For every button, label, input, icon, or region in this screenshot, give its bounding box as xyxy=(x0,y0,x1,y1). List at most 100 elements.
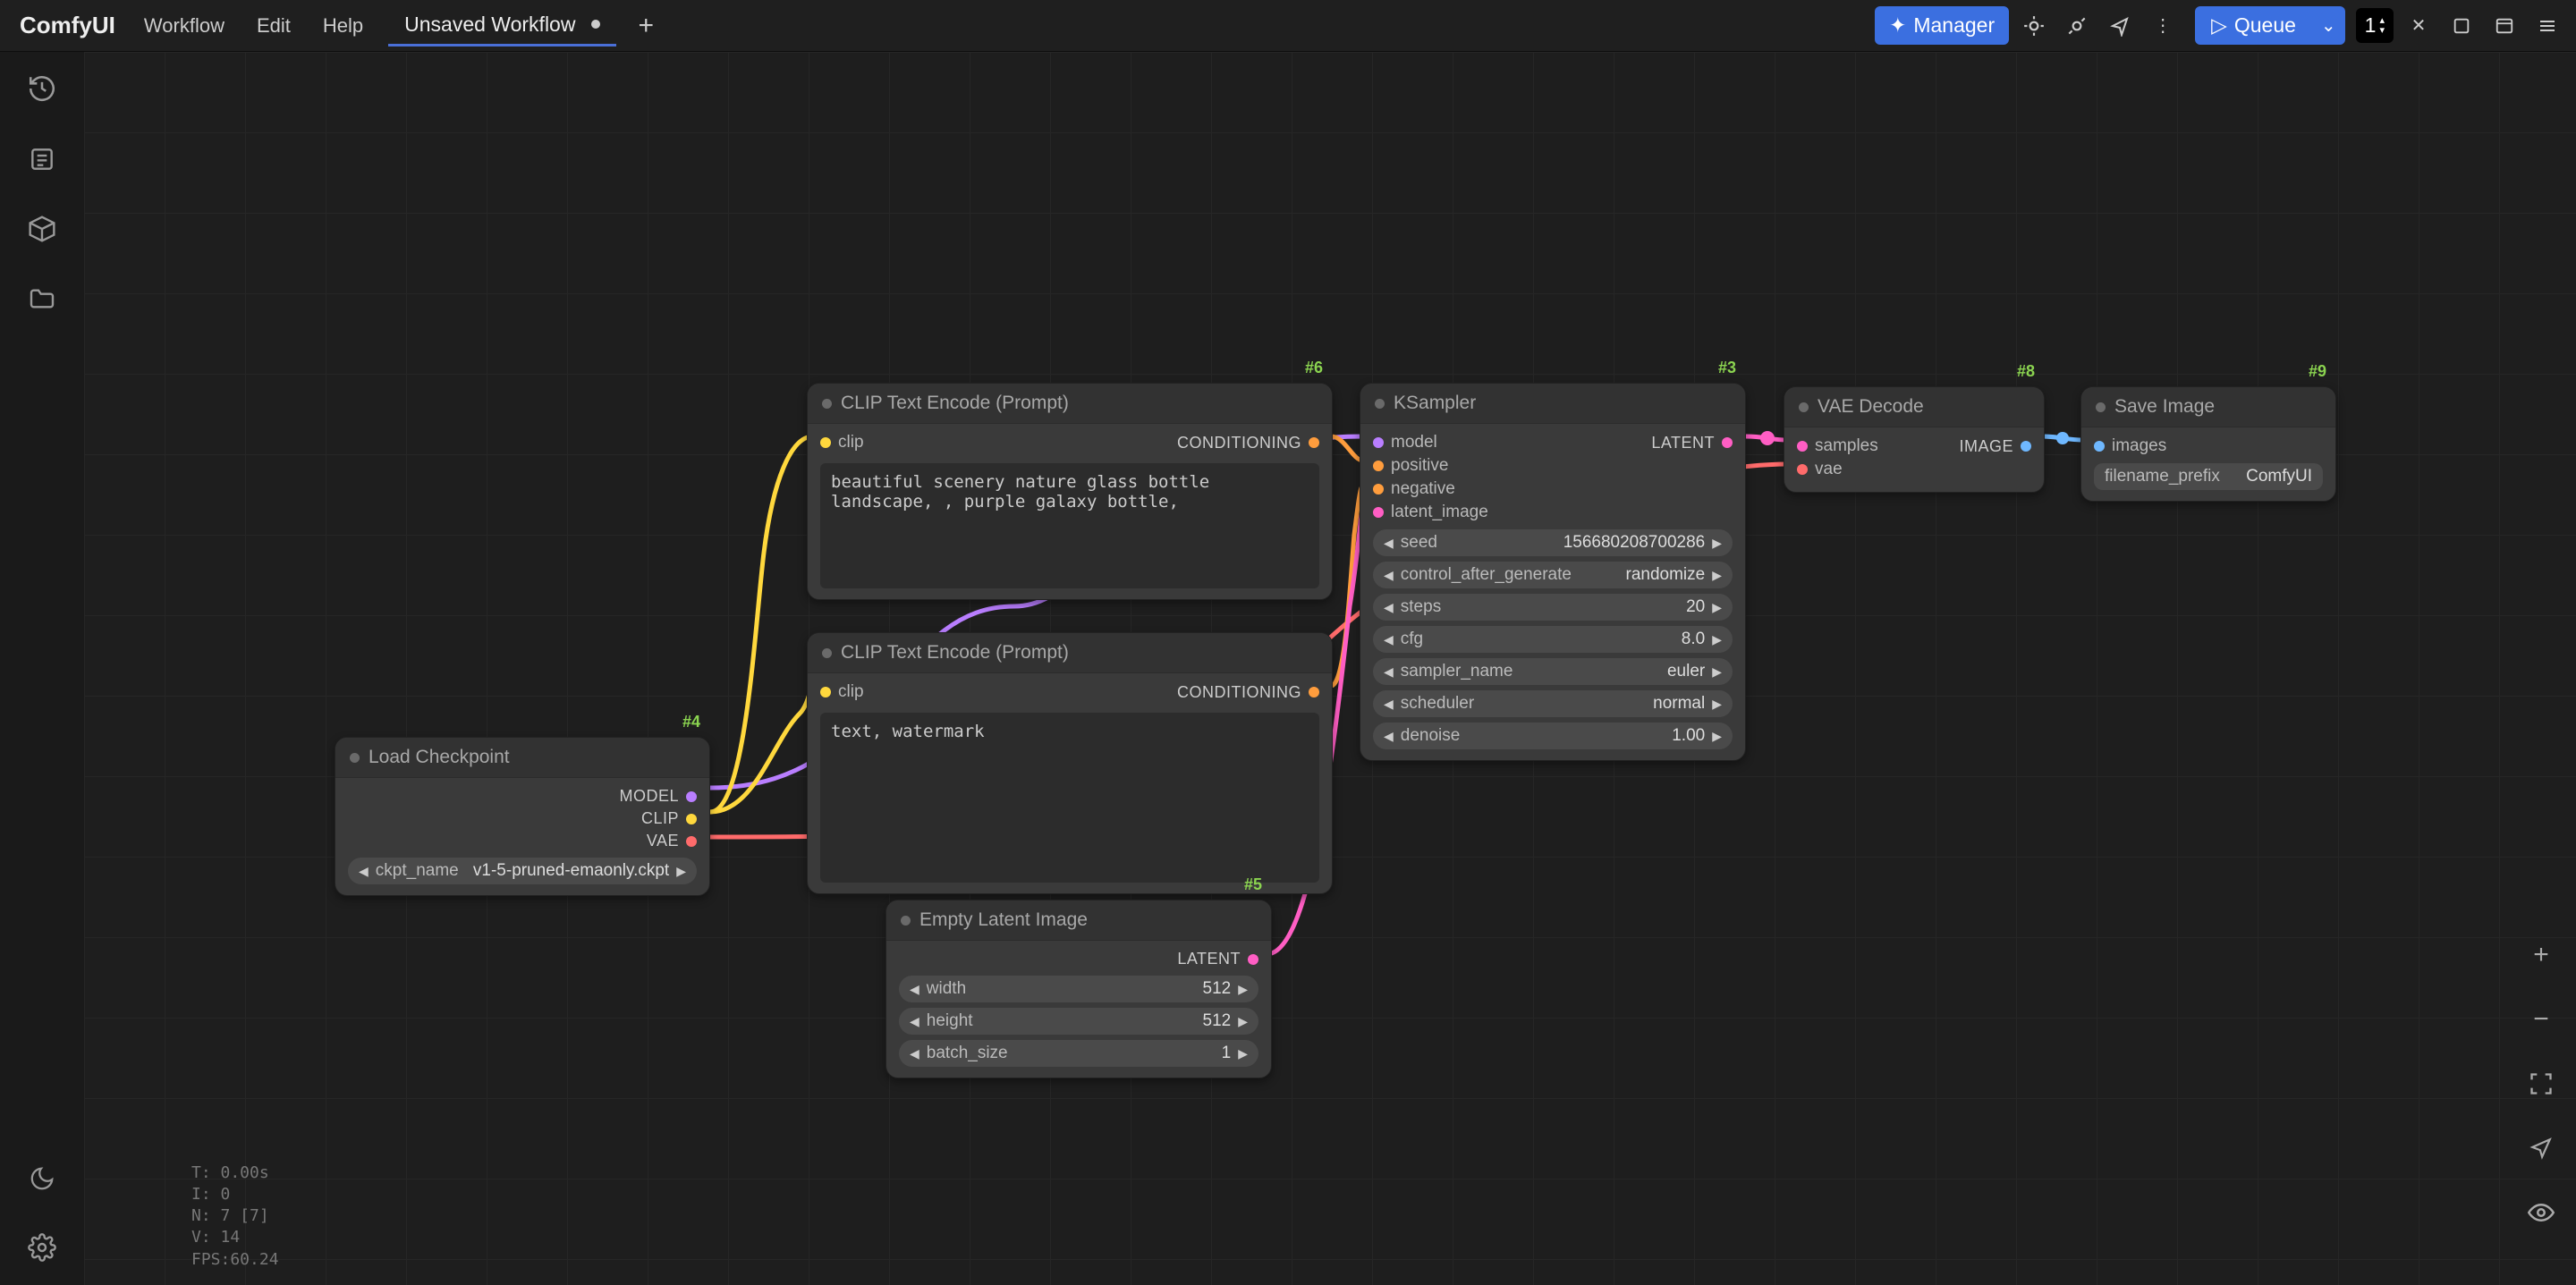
count-stepper[interactable]: ▴▾ xyxy=(2379,16,2385,36)
node-badge: #9 xyxy=(2309,362,2326,381)
widget-steps[interactable]: ◀steps20▶ xyxy=(1373,594,1733,621)
node-clip-positive[interactable]: #6 CLIP Text Encode (Prompt) clip CONDIT… xyxy=(807,383,1333,600)
node-badge: #3 xyxy=(1718,359,1736,377)
output-latent: LATENT xyxy=(1177,950,1241,968)
port-clip-in[interactable] xyxy=(820,687,831,697)
queue-list-icon[interactable] xyxy=(28,145,56,179)
widget-scheduler[interactable]: ◀schedulernormal▶ xyxy=(1373,690,1733,717)
square-icon[interactable] xyxy=(2444,8,2479,44)
port-model[interactable] xyxy=(686,791,697,802)
prompt-textarea[interactable]: beautiful scenery nature glass bottle la… xyxy=(820,463,1319,588)
folder-icon[interactable] xyxy=(28,284,56,318)
port-model-in[interactable] xyxy=(1373,437,1384,448)
output-vae: VAE xyxy=(647,832,679,850)
queue-label: Queue xyxy=(2234,13,2296,38)
add-tab-button[interactable]: + xyxy=(623,11,668,41)
output-clip: CLIP xyxy=(641,809,679,828)
refresh-icon[interactable] xyxy=(2059,8,2095,44)
menu-workflow[interactable]: Workflow xyxy=(131,9,237,43)
queue-group: ▷ Queue ⌄ xyxy=(2195,6,2345,45)
node-ksampler[interactable]: #3 KSampler model LATENT positive negati… xyxy=(1360,383,1746,761)
node-load-checkpoint[interactable]: #4 Load Checkpoint MODEL CLIP VAE ◀ckpt_… xyxy=(335,737,710,896)
more-icon[interactable]: ⋮ xyxy=(2145,8,2181,44)
port-clip[interactable] xyxy=(686,814,697,824)
play-icon: ▷ xyxy=(2211,13,2227,38)
manager-button[interactable]: ✦ Manager xyxy=(1875,6,2009,45)
prompt-textarea[interactable]: text, watermark xyxy=(820,713,1319,883)
history-icon[interactable] xyxy=(27,73,57,109)
node-title[interactable]: CLIP Text Encode (Prompt) xyxy=(808,633,1332,673)
widget-batch-size[interactable]: ◀batch_size1▶ xyxy=(899,1040,1258,1067)
widget-width[interactable]: ◀width512▶ xyxy=(899,976,1258,1002)
node-vae-decode[interactable]: #8 VAE Decode samples IMAGE vae xyxy=(1784,386,2045,493)
moon-icon[interactable] xyxy=(29,1165,55,1197)
widget-filename-prefix[interactable]: filename_prefix ComfyUI xyxy=(2094,463,2323,490)
output-conditioning: CONDITIONING xyxy=(1177,683,1301,702)
node-empty-latent[interactable]: #5 Empty Latent Image LATENT ◀width512▶ … xyxy=(886,900,1272,1078)
node-save-image[interactable]: #9 Save Image images filename_prefix Com… xyxy=(2080,386,2336,502)
node-title[interactable]: Save Image xyxy=(2081,387,2335,427)
port-positive-in[interactable] xyxy=(1373,461,1384,471)
widget-height[interactable]: ◀height512▶ xyxy=(899,1008,1258,1035)
batch-count[interactable]: 1 ▴▾ xyxy=(2356,8,2394,43)
count-value: 1 xyxy=(2365,13,2377,38)
close-icon[interactable]: ✕ xyxy=(2401,8,2436,44)
queue-dropdown[interactable]: ⌄ xyxy=(2312,7,2345,44)
eye-icon[interactable] xyxy=(2522,1194,2560,1231)
queue-button[interactable]: ▷ Queue xyxy=(2195,6,2312,45)
widget-ckpt-name[interactable]: ◀ckpt_name v1-5-pruned-emaonly.ckpt▶ xyxy=(348,858,697,884)
output-image: IMAGE xyxy=(1959,437,2013,456)
output-model: MODEL xyxy=(619,787,679,806)
widget-seed[interactable]: ◀seed156680208700286▶ xyxy=(1373,529,1733,556)
share-icon[interactable] xyxy=(2102,8,2138,44)
zoom-out-button[interactable]: − xyxy=(2522,1001,2560,1038)
node-title[interactable]: CLIP Text Encode (Prompt) xyxy=(808,384,1332,424)
left-sidebar xyxy=(0,52,84,1285)
widget-sampler-name[interactable]: ◀sampler_nameeuler▶ xyxy=(1373,658,1733,685)
node-badge: #6 xyxy=(1305,359,1323,377)
output-conditioning: CONDITIONING xyxy=(1177,434,1301,452)
port-cond-out[interactable] xyxy=(1309,687,1319,697)
node-title[interactable]: Empty Latent Image xyxy=(886,900,1271,941)
node-badge: #5 xyxy=(1244,875,1262,894)
canvas-controls: + − xyxy=(2522,936,2560,1231)
zoom-in-button[interactable]: + xyxy=(2522,936,2560,974)
port-vae-in[interactable] xyxy=(1797,464,1808,475)
port-cond-out[interactable] xyxy=(1309,437,1319,448)
node-title[interactable]: VAE Decode xyxy=(1784,387,2044,427)
menu-edit[interactable]: Edit xyxy=(244,9,303,43)
port-latent-image-in[interactable] xyxy=(1373,507,1384,518)
port-vae[interactable] xyxy=(686,836,697,847)
widget-control-after-generate[interactable]: ◀control_after_generaterandomize▶ xyxy=(1373,562,1733,588)
box-icon[interactable] xyxy=(28,215,56,249)
node-badge: #4 xyxy=(682,713,700,731)
node-badge: #8 xyxy=(2017,362,2035,381)
reset-view-icon[interactable] xyxy=(2016,8,2052,44)
panel-icon[interactable] xyxy=(2487,8,2522,44)
node-canvas[interactable]: #4 Load Checkpoint MODEL CLIP VAE ◀ckpt_… xyxy=(84,52,2576,1285)
port-negative-in[interactable] xyxy=(1373,484,1384,495)
settings-icon[interactable] xyxy=(28,1233,56,1267)
port-latent-out[interactable] xyxy=(1722,437,1733,448)
port-images-in[interactable] xyxy=(2094,441,2105,452)
output-latent: LATENT xyxy=(1651,434,1715,452)
menu-help[interactable]: Help xyxy=(310,9,376,43)
app-logo: ComfyUI xyxy=(11,12,124,39)
port-image-out[interactable] xyxy=(2021,441,2031,452)
port-latent-out[interactable] xyxy=(1248,954,1258,965)
hamburger-icon[interactable] xyxy=(2529,8,2565,44)
perf-stats: T: 0.00s I: 0 N: 7 [7] V: 14 FPS:60.24 xyxy=(191,1162,279,1271)
port-clip-in[interactable] xyxy=(820,437,831,448)
widget-denoise[interactable]: ◀denoise1.00▶ xyxy=(1373,723,1733,749)
port-samples-in[interactable] xyxy=(1797,441,1808,452)
node-title[interactable]: Load Checkpoint xyxy=(335,738,709,778)
manager-label: Manager xyxy=(1913,13,1995,38)
topbar: ComfyUI Workflow Edit Help Unsaved Workf… xyxy=(0,0,2576,52)
locate-button[interactable] xyxy=(2522,1129,2560,1167)
tab-title: Unsaved Workflow xyxy=(404,13,575,37)
widget-cfg[interactable]: ◀cfg8.0▶ xyxy=(1373,626,1733,653)
fit-view-button[interactable] xyxy=(2522,1065,2560,1103)
node-title[interactable]: KSampler xyxy=(1360,384,1745,424)
workflow-tab[interactable]: Unsaved Workflow xyxy=(388,5,616,46)
node-clip-negative[interactable]: CLIP Text Encode (Prompt) clip CONDITION… xyxy=(807,632,1333,894)
